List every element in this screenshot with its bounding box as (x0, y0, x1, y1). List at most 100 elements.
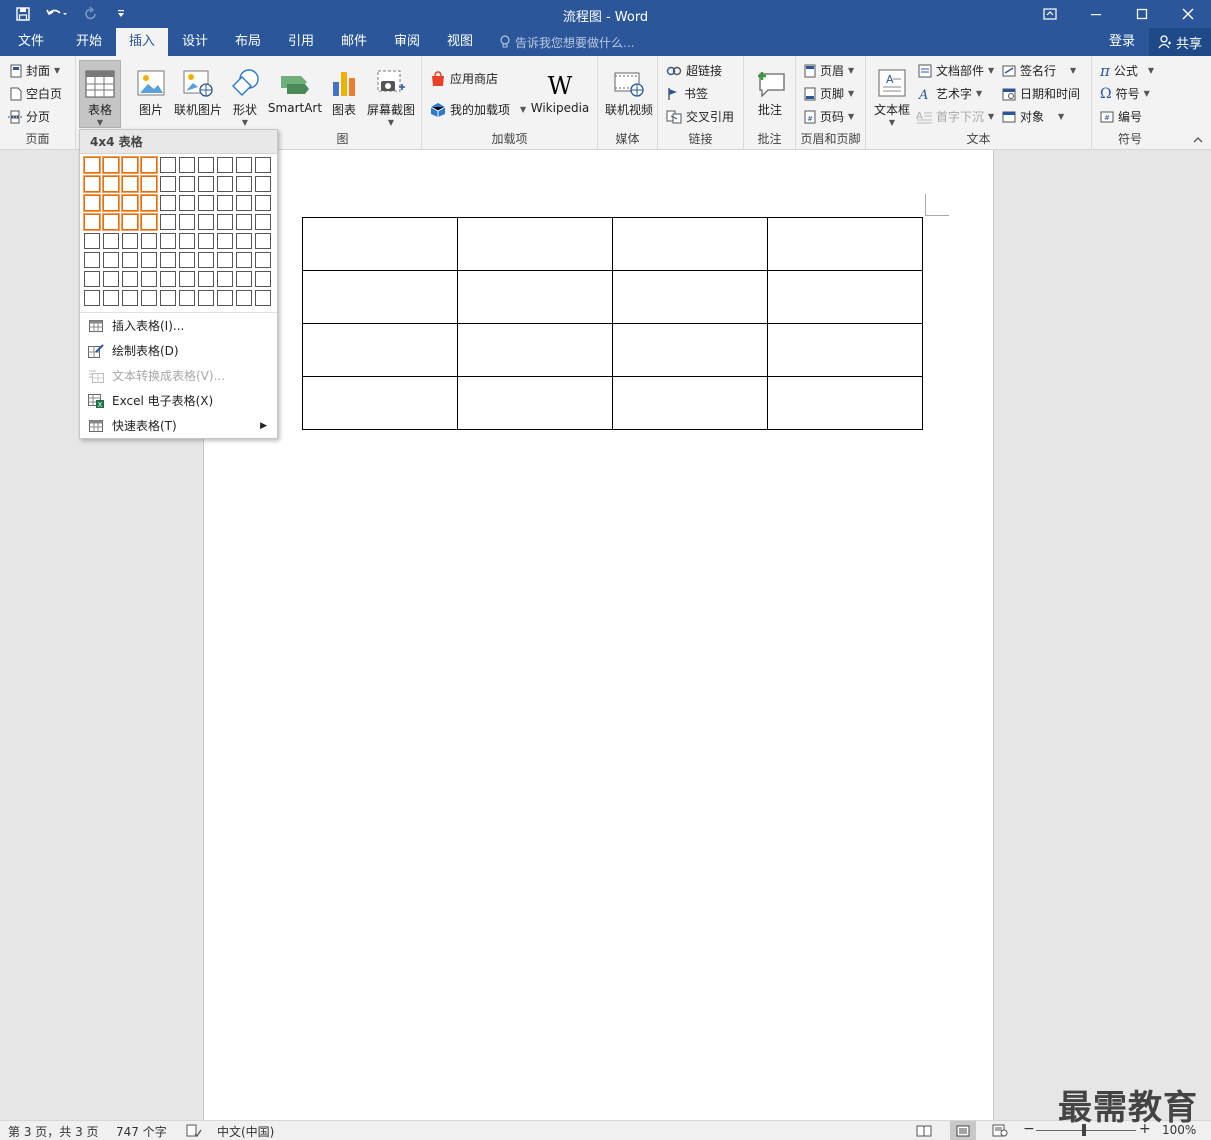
table-cell[interactable] (612, 323, 768, 377)
table-grid-cell[interactable] (179, 290, 195, 306)
table-grid-cell[interactable] (122, 233, 138, 249)
table-grid-cell[interactable] (179, 176, 195, 192)
redo-button[interactable] (78, 3, 104, 25)
web-layout-button[interactable] (992, 1124, 1008, 1140)
zoom-slider[interactable] (1036, 1130, 1136, 1131)
collapse-ribbon-button[interactable] (1193, 136, 1203, 147)
table-cell[interactable] (767, 217, 923, 271)
table-cell[interactable] (612, 217, 768, 271)
table-cell[interactable] (612, 270, 768, 324)
chart-button[interactable]: 图表 (326, 60, 362, 118)
table-cell[interactable] (302, 217, 458, 271)
undo-button[interactable] (40, 3, 74, 25)
table-grid-cell[interactable] (198, 271, 214, 287)
table-grid-cell[interactable] (103, 252, 119, 268)
draw-table-item[interactable]: 绘制表格(D) (80, 338, 277, 363)
quickparts-button[interactable]: 文档部件 ▼ (918, 60, 994, 81)
tab-view[interactable]: 视图 (434, 28, 486, 56)
table-grid-cell[interactable] (255, 157, 271, 173)
tab-layout[interactable]: 布局 (222, 28, 274, 56)
language[interactable]: 中文(中国) (217, 1123, 274, 1140)
table-grid-cell[interactable] (179, 195, 195, 211)
table-grid-cell[interactable] (140, 156, 158, 174)
store-button[interactable]: 应用商店 (430, 68, 498, 89)
table-grid-cell[interactable] (236, 157, 252, 173)
table-cell[interactable] (457, 217, 613, 271)
comment-button[interactable]: 批注 (750, 60, 790, 118)
table-grid-cell[interactable] (179, 252, 195, 268)
table-grid-cell[interactable] (122, 271, 138, 287)
table-grid-cell[interactable] (141, 233, 157, 249)
share-button[interactable]: 共享 (1149, 28, 1211, 56)
page-break-button[interactable]: 分页 (8, 106, 50, 127)
table-grid-cell[interactable] (83, 194, 101, 212)
page-count[interactable]: 第 3 页，共 3 页 (8, 1123, 99, 1140)
table-grid-cell[interactable] (103, 271, 119, 287)
table-grid-cell[interactable] (102, 156, 120, 174)
table-grid-cell[interactable] (198, 195, 214, 211)
table-grid-cell[interactable] (103, 233, 119, 249)
table-cell[interactable] (767, 323, 923, 377)
table-grid-cell[interactable] (236, 176, 252, 192)
header-button[interactable]: 页眉 ▼ (804, 60, 854, 81)
table-grid-cell[interactable] (255, 214, 271, 230)
my-addins-button[interactable]: 我的加载项 ▼ (430, 99, 526, 120)
table-grid-cell[interactable] (140, 213, 158, 231)
table-grid-cell[interactable] (217, 290, 233, 306)
quick-tables-item[interactable]: 快速表格(T) ▶ (80, 413, 277, 438)
table-grid-cell[interactable] (160, 252, 176, 268)
table-grid-cell[interactable] (103, 290, 119, 306)
textbox-button[interactable]: A 文本框 ▼ (870, 60, 914, 127)
wordart-button[interactable]: A 艺术字 ▼ (918, 83, 982, 104)
table-cell[interactable] (302, 323, 458, 377)
table-cell[interactable] (457, 323, 613, 377)
datetime-button[interactable]: 日期和时间 (1002, 83, 1080, 104)
tab-review[interactable]: 审阅 (382, 28, 432, 56)
dropcap-button[interactable]: A 首字下沉 ▼ (916, 106, 994, 127)
picture-button[interactable]: 图片 (130, 60, 172, 118)
convert-text-to-table-item[interactable]: 文本转换成表格(V)... (80, 363, 277, 388)
close-button[interactable] (1165, 0, 1211, 28)
table-grid-cell[interactable] (83, 156, 101, 174)
table-grid-cell[interactable] (217, 214, 233, 230)
table-grid-cell[interactable] (83, 175, 101, 193)
table-grid-cell[interactable] (122, 252, 138, 268)
minimize-button[interactable] (1073, 0, 1119, 28)
tab-references[interactable]: 引用 (276, 28, 326, 56)
table-grid-cell[interactable] (217, 271, 233, 287)
table-grid-cell[interactable] (255, 252, 271, 268)
table-grid-cell[interactable] (179, 233, 195, 249)
number-button[interactable]: # 编号 (1100, 106, 1142, 127)
table-grid-cell[interactable] (102, 213, 120, 231)
table-grid-cell[interactable] (160, 233, 176, 249)
symbol-button[interactable]: Ω 符号 ▼ (1100, 83, 1150, 104)
table-button[interactable]: 表格 ▼ (79, 60, 121, 128)
table-grid-cell[interactable] (160, 157, 176, 173)
table-cell[interactable] (302, 270, 458, 324)
table-grid-cell[interactable] (121, 194, 139, 212)
table-grid-cell[interactable] (217, 157, 233, 173)
shapes-button[interactable]: 形状 ▼ (226, 60, 264, 127)
table-grid-cell[interactable] (179, 157, 195, 173)
table-cell[interactable] (457, 270, 613, 324)
table-grid-cell[interactable] (217, 176, 233, 192)
table-grid-cell[interactable] (160, 290, 176, 306)
table-grid-cell[interactable] (84, 252, 100, 268)
table-grid-cell[interactable] (102, 194, 120, 212)
footer-button[interactable]: 页脚 ▼ (804, 83, 854, 104)
table-grid-cell[interactable] (236, 233, 252, 249)
table-grid-cell[interactable] (217, 195, 233, 211)
zoom-out-button[interactable]: − (1023, 1121, 1035, 1137)
print-layout-button[interactable] (950, 1121, 976, 1140)
table-grid-cell[interactable] (255, 195, 271, 211)
table-grid-cell[interactable] (121, 175, 139, 193)
save-button[interactable] (10, 3, 36, 25)
wikipedia-button[interactable]: W Wikipedia (528, 60, 592, 115)
table-grid-cell[interactable] (84, 271, 100, 287)
table-cell[interactable] (767, 270, 923, 324)
table-grid-cell[interactable] (84, 233, 100, 249)
tab-home[interactable]: 开始 (62, 28, 116, 56)
cover-page-button[interactable]: 封面 ▼ (10, 60, 60, 81)
table-cell[interactable] (612, 376, 768, 430)
table-grid-cell[interactable] (121, 213, 139, 231)
